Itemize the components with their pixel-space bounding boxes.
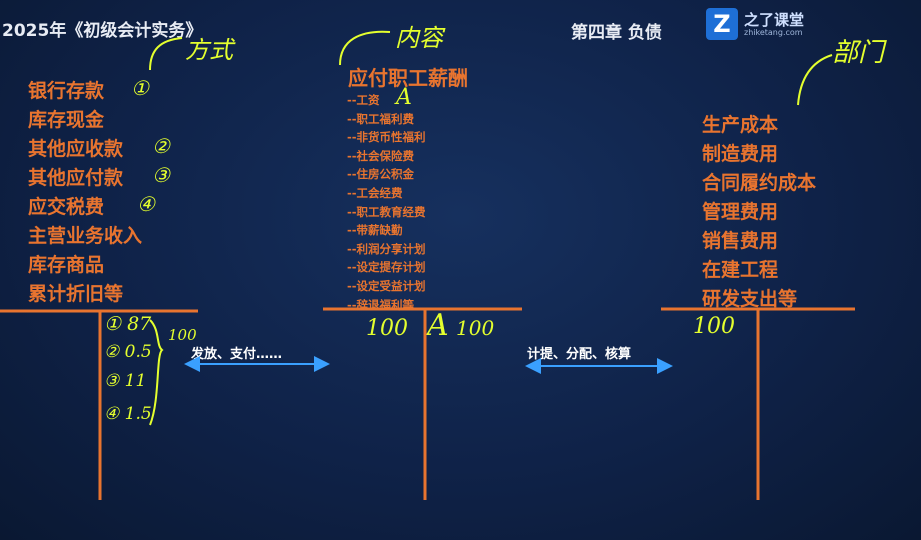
handwritten-arrow-content (339, 30, 391, 66)
handwritten-arrow-method (149, 37, 183, 71)
diagram-lines (0, 30, 855, 500)
handwritten-arrow-department (797, 54, 833, 106)
ledger-brace (149, 319, 164, 426)
